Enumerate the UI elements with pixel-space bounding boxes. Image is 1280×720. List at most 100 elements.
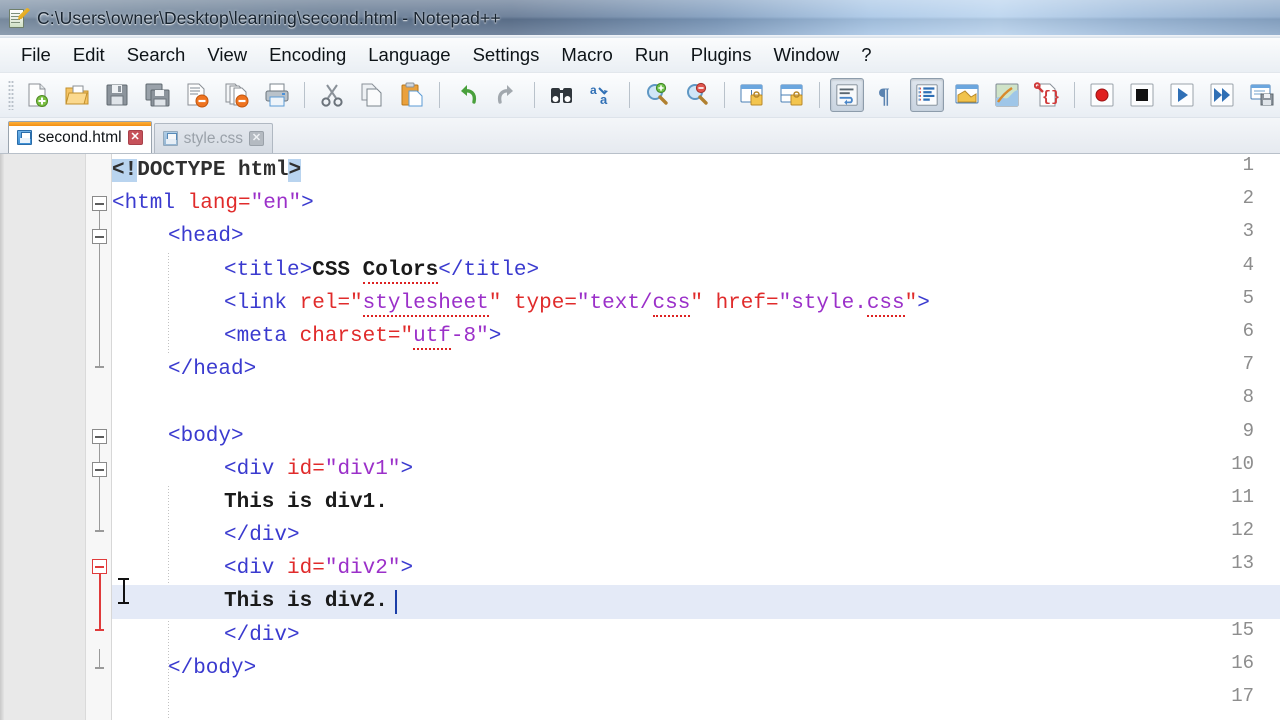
show-all-characters-icon[interactable]: ¶	[870, 78, 904, 112]
div1-content-text: This is div1.	[224, 490, 388, 514]
open-file-icon[interactable]	[60, 78, 94, 112]
save-current-macro-icon[interactable]	[1245, 78, 1279, 112]
zoom-out-icon[interactable]	[680, 78, 714, 112]
word-wrap-icon[interactable]	[830, 78, 864, 112]
code-line-14: This is div2.	[112, 585, 1280, 619]
tab-close-icon[interactable]: ✕	[127, 130, 143, 145]
fold-box-line-10[interactable]	[92, 462, 107, 477]
menu-item-edit[interactable]: Edit	[62, 42, 116, 68]
cut-icon[interactable]	[315, 78, 349, 112]
code-line-5: <link rel="stylesheet" type="text/css" h…	[224, 291, 930, 317]
play-macro-icon[interactable]	[1165, 78, 1199, 112]
lang-attribute: lang	[187, 192, 239, 216]
quote: "	[690, 291, 703, 315]
menu-item-search[interactable]: Search	[116, 42, 197, 68]
menu-item-file[interactable]: File	[10, 42, 62, 68]
code-line-4: <title>CSS Colors</title>	[112, 254, 1280, 287]
fold-line	[98, 477, 100, 530]
head-tag: <head>	[168, 225, 244, 249]
record-macro-icon[interactable]	[1085, 78, 1119, 112]
sync-vertical-scroll-icon[interactable]	[735, 78, 769, 112]
body-tag: <body>	[168, 424, 244, 448]
charset-attribute: charset	[299, 324, 388, 348]
fold-box-line-13[interactable]	[92, 559, 107, 574]
code-line-9: <body>	[112, 420, 1280, 453]
toolbar-separator	[629, 82, 630, 108]
quote: "	[350, 291, 363, 315]
code-lines[interactable]: <!DOCTYPE html> <html lang="en"> <head> …	[112, 154, 1280, 720]
redo-icon[interactable]	[490, 78, 524, 112]
code-line-13: <div id="div2">	[224, 557, 414, 581]
copy-icon[interactable]	[355, 78, 389, 112]
type-attribute: type	[501, 291, 565, 315]
tab-bar: second.html ✕ style.css ✕	[0, 118, 1280, 154]
undo-icon[interactable]	[450, 78, 484, 112]
div2-tag: <div	[224, 557, 288, 581]
menu-item-encoding[interactable]: Encoding	[258, 42, 357, 68]
toolbar-separator	[439, 82, 440, 108]
print-icon[interactable]	[260, 78, 294, 112]
tag-close: >	[400, 457, 414, 481]
quote: "	[400, 324, 414, 348]
find-icon[interactable]	[545, 78, 579, 112]
code-editor[interactable]: 1 2 3 4 5 6 7 8 9 10 11 12 13 14 15 16 1…	[0, 154, 1280, 720]
menu-item-plugins[interactable]: Plugins	[680, 42, 763, 68]
document-map-icon[interactable]	[990, 78, 1024, 112]
menu-item-window[interactable]: Window	[762, 42, 850, 68]
function-list-icon[interactable]: {}	[1030, 78, 1064, 112]
close-file-icon[interactable]	[180, 78, 214, 112]
head-close-tag: </head>	[168, 358, 257, 382]
user-defined-dialog-icon[interactable]	[950, 78, 984, 112]
save-icon[interactable]	[100, 78, 134, 112]
quote: "	[488, 291, 502, 315]
title-tag-close: </title>	[438, 258, 540, 282]
toolbar-separator	[304, 82, 305, 108]
title-tag-open: <title>	[224, 258, 313, 282]
menu-item-view[interactable]: View	[196, 42, 258, 68]
code-line-7: </head>	[112, 353, 1280, 386]
stop-recording-macro-icon[interactable]	[1125, 78, 1159, 112]
replace-icon[interactable]: a a	[585, 78, 619, 112]
svg-text:{}: {}	[1042, 89, 1060, 106]
sync-horizontal-scroll-icon[interactable]	[775, 78, 809, 112]
fold-end-tick	[95, 366, 104, 368]
menu-item-language[interactable]: Language	[357, 42, 461, 68]
toolbar-separator	[534, 82, 535, 108]
tab-second-html[interactable]: second.html ✕	[8, 121, 152, 153]
toolbar-separator	[1074, 82, 1075, 108]
menu-item-settings[interactable]: Settings	[462, 42, 551, 68]
href-attribute: href	[702, 291, 766, 315]
tab-style-css[interactable]: style.css ✕	[153, 123, 274, 153]
html-tag-open: <html	[112, 192, 188, 216]
paste-icon[interactable]	[395, 78, 429, 112]
menu-item-run[interactable]: Run	[624, 42, 680, 68]
notepad-plus-plus-icon	[7, 7, 30, 30]
toolbar-grip[interactable]	[8, 80, 14, 110]
close-all-files-icon[interactable]	[220, 78, 254, 112]
div1-tag: <div	[224, 457, 288, 481]
indent-guide-icon[interactable]	[910, 78, 944, 112]
menu-item-help[interactable]: ?	[850, 42, 882, 68]
fold-end-tick	[95, 667, 104, 669]
lang-value: "en"	[250, 192, 302, 216]
href-value-css: css	[866, 291, 905, 317]
meta-tag: <meta	[224, 324, 300, 348]
fold-box-line-9[interactable]	[92, 429, 107, 444]
fold-box-line-2[interactable]	[92, 196, 107, 211]
zoom-in-icon[interactable]	[640, 78, 674, 112]
menu-item-macro[interactable]: Macro	[550, 42, 623, 68]
div1-id-value: "div1"	[324, 457, 401, 481]
new-file-icon[interactable]	[20, 78, 54, 112]
line-number-gutter	[0, 154, 86, 720]
doctype-open: <!	[112, 159, 138, 182]
charset-value-suffix: -8"	[450, 324, 489, 348]
tag-close: >	[400, 557, 414, 581]
fold-box-line-3[interactable]	[92, 229, 107, 244]
window-title: C:\Users\owner\Desktop\learning\second.h…	[37, 8, 501, 28]
run-macro-multiple-times-icon[interactable]	[1205, 78, 1239, 112]
fold-line-active	[98, 574, 101, 630]
mouse-cursor-ibeam	[118, 578, 129, 604]
tab-close-icon[interactable]: ✕	[249, 131, 265, 146]
save-all-icon[interactable]	[140, 78, 174, 112]
code-line-11: This is div1.	[112, 486, 1280, 519]
